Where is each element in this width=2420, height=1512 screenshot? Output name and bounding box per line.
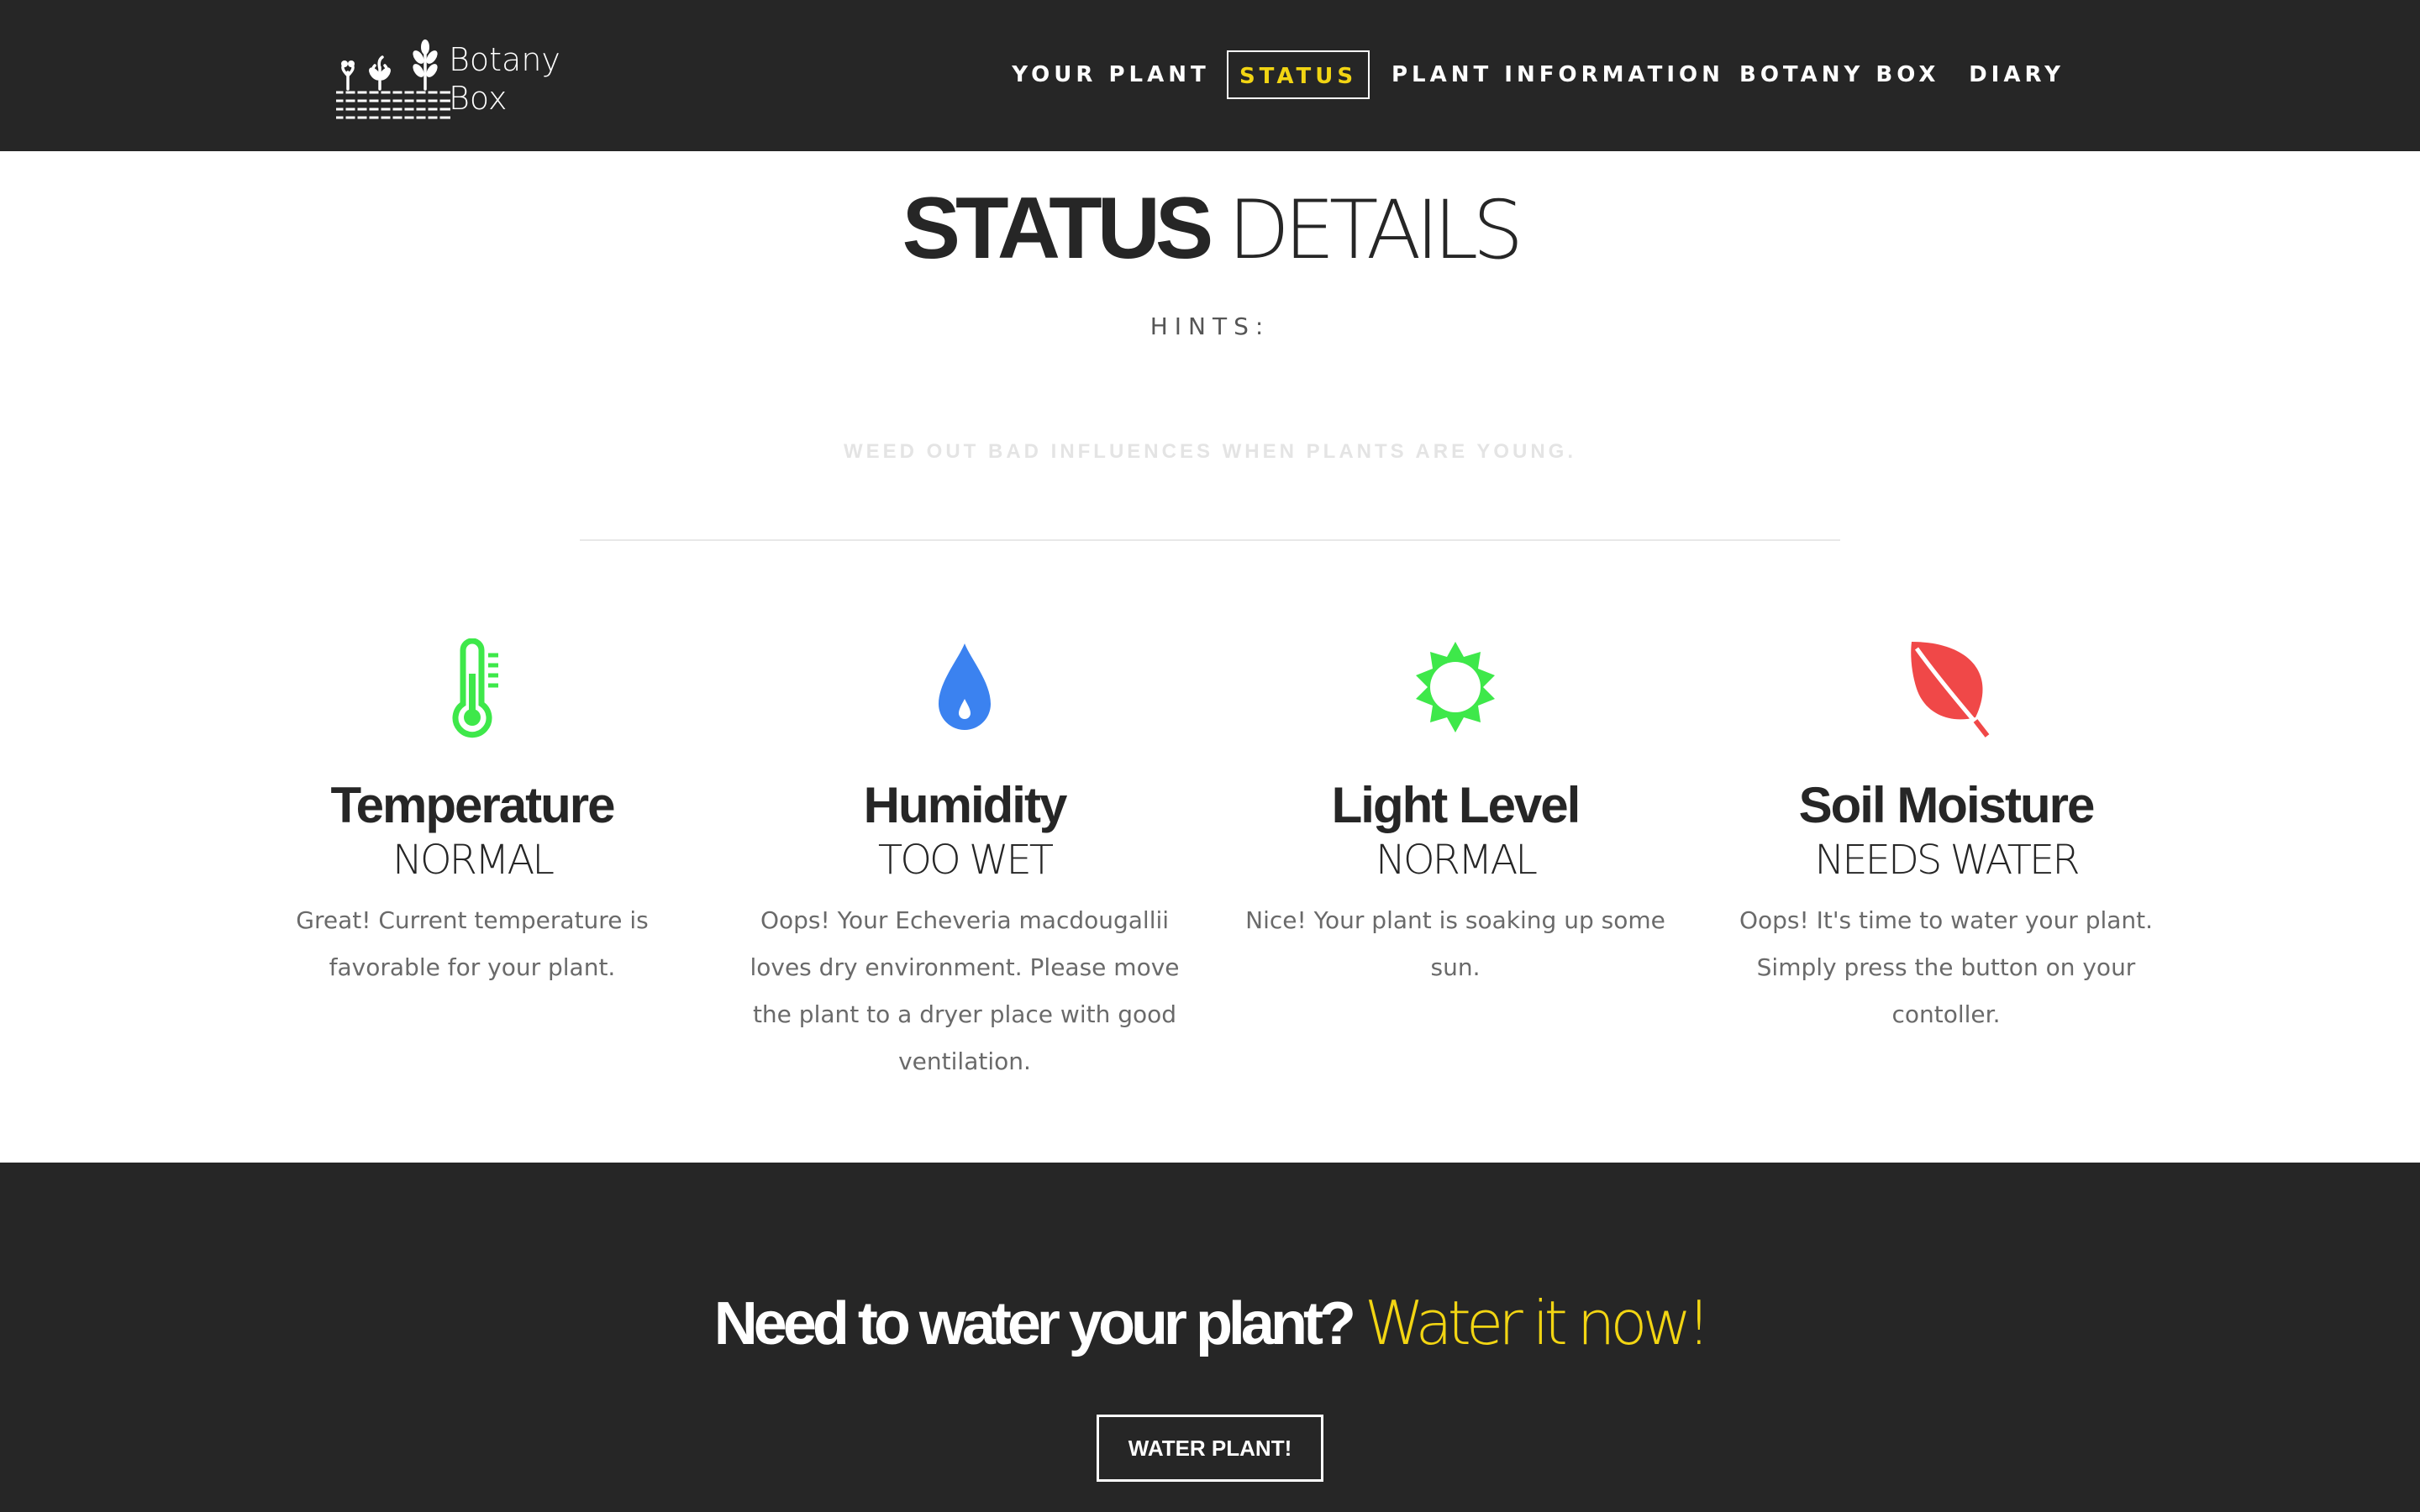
status-card-description: Oops! Your Echeveria macdougallii loves …: [750, 906, 1180, 1075]
section-divider: [580, 539, 1840, 541]
nav-item-your-plant[interactable]: YOUR PLANT: [1012, 50, 1210, 99]
status-card-description: Oops! It's time to water your plant. Sim…: [1739, 906, 2154, 1028]
status-card-name: Soil Moisture: [1798, 777, 2096, 833]
status-card-name: Light Level: [1331, 777, 1581, 833]
hint-text: WEED OUT BAD INFLUENCES WHEN PLANTS ARE …: [843, 440, 1577, 463]
status-card-temperature: Temperature NORMAL Great! Current temper…: [245, 638, 699, 991]
status-card-value: NORMAL: [392, 837, 555, 884]
status-card-light-level: Light Level NORMAL Nice! Your plant is s…: [1228, 638, 1682, 991]
status-card-soil-moisture: Soil Moisture NEEDS WATER Oops! It's tim…: [1719, 638, 2173, 1038]
water-plant-button[interactable]: WATER PLANT!: [1097, 1415, 1323, 1482]
hints-label: HINTS:: [1150, 312, 1270, 340]
page-title-light: DETAILS: [1228, 183, 1523, 277]
nav-item-diary[interactable]: DIARY: [1966, 50, 2067, 99]
cta-title: Need to water your plant? Water it now!: [0, 1287, 2420, 1360]
status-card-value: TOO WET: [877, 837, 1054, 884]
status-card-value: NORMAL: [1375, 837, 1538, 884]
thermometer-icon: [418, 638, 527, 739]
water-cta-section: Need to water your plant? Water it now! …: [0, 1163, 2420, 1512]
nav-item-status[interactable]: STATUS: [1227, 50, 1370, 99]
sun-icon: [1401, 638, 1510, 739]
site-header: Botany Box YOUR PLANT STATUS PLANT INFOR…: [0, 0, 2420, 151]
leaf-icon: [1891, 638, 2001, 739]
status-card-description: Nice! Your plant is soaking up some sun.: [1245, 906, 1665, 981]
page-title: STATUS DETAILS: [0, 178, 2420, 279]
status-card-humidity: Humidity TOO WET Oops! Your Echeveria ma…: [738, 638, 1192, 1085]
status-card-name: Humidity: [863, 777, 1068, 833]
cta-question: Need to water your plant?: [713, 1290, 1356, 1357]
nav-item-botany-box[interactable]: BOTANY BOX: [1739, 50, 1935, 99]
status-card-description: Great! Current temperature is favorable …: [296, 906, 649, 981]
cta-answer: Water it now!: [1364, 1288, 1711, 1358]
page-title-bold: STATUS: [902, 180, 1214, 277]
status-card-name: Temperature: [330, 777, 615, 833]
nav-item-plant-information[interactable]: PLANT INFORMATION: [1392, 50, 1720, 99]
main-nav: YOUR PLANT STATUS PLANT INFORMATION BOTA…: [0, 0, 2420, 151]
status-card-value: NEEDS WATER: [1814, 837, 2080, 884]
water-drop-icon: [910, 638, 1019, 739]
